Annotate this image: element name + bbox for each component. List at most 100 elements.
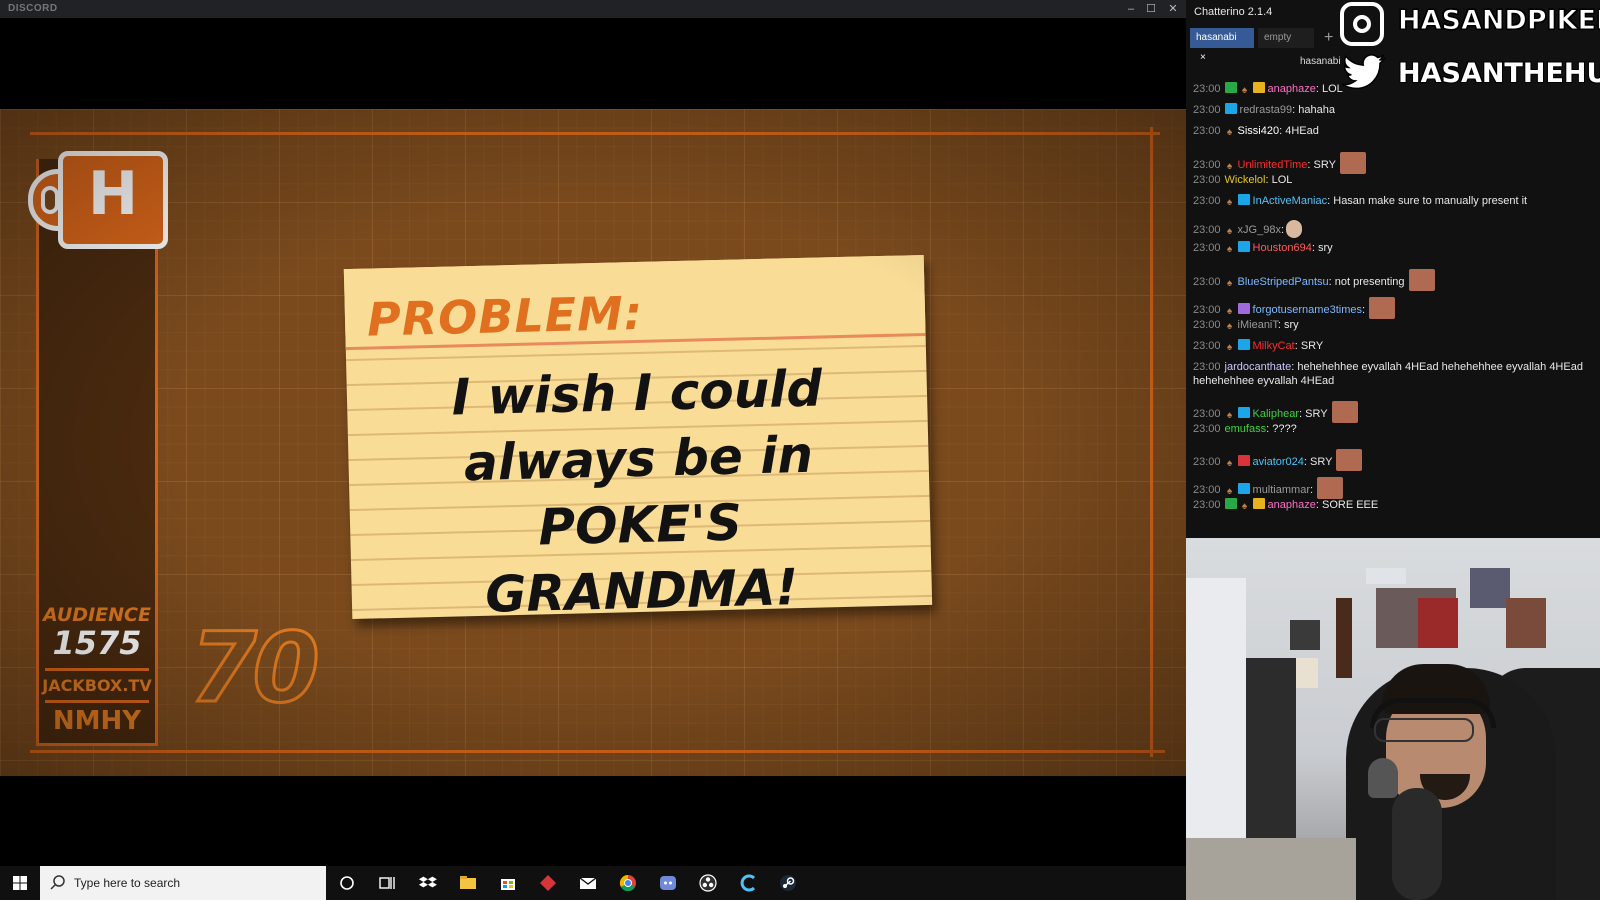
role-badge-icon [1225,458,1235,469]
tab-empty[interactable]: empty [1258,28,1314,48]
mail-icon[interactable] [578,873,598,893]
chat-username[interactable]: UnlimitedTime [1238,159,1308,171]
chat-username[interactable]: Houston694 [1253,242,1312,254]
chat-message: 23:00anaphaze: SORE EEE [1193,498,1593,512]
twitter-icon [1342,54,1386,90]
role-badge-icon [1225,342,1235,353]
obs-icon[interactable] [698,873,718,893]
close-button[interactable]: ✕ [1162,0,1184,18]
cortana-icon[interactable] [337,873,357,893]
role-badge-icon [1240,85,1250,96]
chat-username[interactable]: iMieaniT [1238,319,1278,331]
microphone-body [1392,788,1442,900]
microphone-icon [1368,758,1398,798]
chat-username[interactable]: BlueStripedPantsu [1238,276,1329,288]
wall-frame [1290,620,1320,650]
chat-username[interactable]: InActiveManiac [1253,195,1328,207]
task-view-icon[interactable] [377,873,397,893]
chat-username[interactable]: aviator024 [1253,456,1304,468]
card-prompt: I wish I could always be in POKE'S GRAND… [376,354,902,631]
search-placeholder: Type here to search [74,876,181,890]
role-badge-icon [1225,486,1235,497]
chrome-icon[interactable] [618,873,638,893]
chat-message-list[interactable]: 23:00anaphaze: LOL 23:00redrasta99: haha… [1186,70,1600,538]
chat-message: 23:00UnlimitedTime: SRY [1193,152,1593,174]
discord-titlebar: DISCORD – ☐ ✕ [0,0,1186,18]
card-heading: PROBLEM: [366,285,644,347]
chatterino-icon[interactable] [738,873,758,893]
shelf [1246,658,1296,858]
add-tab-button[interactable]: + [1318,28,1340,48]
verified-badge-icon [1224,82,1237,93]
subscriber-badge-icon [1237,407,1250,418]
instagram-handle: HASANDPIKER [1398,5,1600,37]
wall-sign [1366,568,1406,584]
chat-message: 23:00Sissi420: 4HEad [1193,124,1593,138]
taskbar-search-input[interactable]: Type here to search [40,866,326,900]
chat-username[interactable]: emufass [1225,423,1267,435]
instagram-icon [1340,2,1384,46]
steam-icon[interactable] [778,873,798,893]
chat-message: 23:00BlueStripedPantsu: not presenting [1193,269,1593,291]
subscriber-badge-icon [1224,103,1237,114]
role-badge-icon [1225,197,1235,208]
app-icon[interactable] [538,873,558,893]
chat-username[interactable]: multiammar [1253,484,1310,496]
windows-logo-icon [13,876,27,890]
room-code: NMHY [52,706,142,736]
chat-message: 23:00Houston694: sry [1193,241,1593,255]
chat-username[interactable]: Kaliphear [1253,408,1299,420]
frame-top-line [30,132,1160,135]
maximize-button[interactable]: ☐ [1140,0,1162,18]
chat-username[interactable]: forgotusername3times [1253,304,1362,316]
chat-username[interactable]: Wickelol [1225,174,1266,186]
wall-poster [1470,568,1510,608]
chat-username[interactable]: MilkyCat [1253,340,1295,352]
glasses [1374,718,1474,742]
gift-badge-icon [1252,82,1265,93]
file-explorer-icon[interactable] [458,873,478,893]
store-icon[interactable] [498,873,518,893]
role-badge-icon [1225,410,1235,421]
minimize-button[interactable]: – [1120,0,1142,18]
chat-username[interactable]: redrasta99 [1240,104,1293,116]
chat-message: 23:00 emufass: ???? [1193,423,1297,435]
subscriber-badge-icon [1237,194,1250,205]
dropbox-icon[interactable] [418,873,438,893]
card-line: I wish I could [450,359,823,427]
chat-username[interactable]: anaphaze [1268,499,1316,511]
role-badge-icon [1225,306,1235,317]
chat-username[interactable]: Sissi420 [1238,125,1280,137]
chat-app-title: Chatterino 2.1.4 [1194,6,1273,18]
chat-message: 23:00MilkyCat: SRY [1193,339,1593,353]
chat-message: 23:00forgotusername3times: [1193,297,1593,319]
webcam-feed [1186,538,1600,900]
verified-badge-icon [1224,498,1237,509]
discord-icon[interactable] [658,873,678,893]
chat-username[interactable]: anaphaze [1268,83,1316,95]
role-badge-icon [1225,226,1235,237]
frame-bottom-line [30,750,1165,753]
chat-channel-header: hasanabi [1300,56,1341,67]
close-tab-icon[interactable]: × [1200,52,1206,63]
emote-icon [1317,477,1344,499]
start-button[interactable] [0,866,40,900]
role-badge-icon [1225,278,1235,289]
chat-username[interactable]: xJG_98x [1238,224,1281,236]
frame-right-line [1150,127,1153,757]
chat-message: 23:00 redrasta99: hahaha [1193,103,1335,116]
chat-username[interactable]: jardocanthate [1225,361,1292,373]
emote-icon [1369,297,1396,319]
windows-taskbar: Type here to search [0,866,1186,900]
emote-icon [1336,449,1363,471]
site-label: JACKBOX.TV [42,676,152,695]
wall-poster [1506,598,1546,648]
gift-badge-icon [1237,455,1250,466]
audience-panel: AUDIENCE 1575 JACKBOX.TV NMHY [36,600,158,746]
role-badge-icon [1225,321,1235,332]
tab-hasanabi[interactable]: hasanabi × [1190,28,1254,63]
gift-badge-icon [1252,498,1265,509]
emote-icon [1408,269,1435,291]
problem-card: PROBLEM: I wish I could always be in POK… [343,254,933,624]
role-badge-icon [1225,244,1235,255]
